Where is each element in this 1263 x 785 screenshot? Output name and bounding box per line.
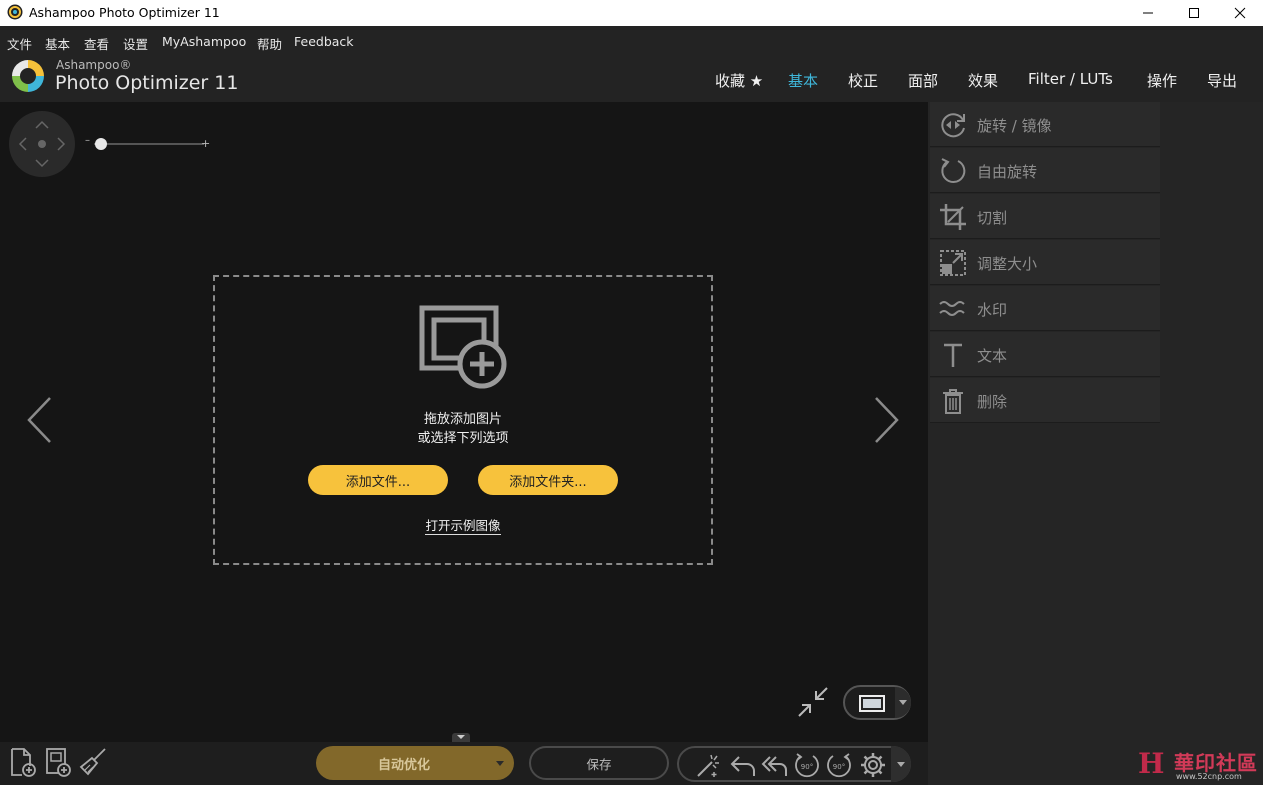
previous-image-icon[interactable] (24, 395, 56, 445)
tools-panel: 旋转 / 镜像 自由旋转 切割 调整大小 水印 文本 删除 (928, 102, 1263, 785)
watermark-icon (939, 301, 965, 316)
maximize-icon (1189, 8, 1199, 18)
tab-face[interactable]: 面部 (908, 70, 938, 91)
menu-file[interactable]: 文件 (7, 34, 32, 53)
product-name: Photo Optimizer 11 (55, 72, 239, 94)
rotate-right-90-icon[interactable]: 90° (825, 752, 853, 778)
bottom-toolbar: 自动优化 保存 90° 90° (0, 733, 928, 785)
text-icon (944, 343, 962, 367)
rotate-mirror-icon (941, 113, 965, 138)
zoom-slider[interactable] (94, 143, 204, 145)
zoom-out-icon[interactable]: – (85, 135, 90, 146)
add-folder-icon[interactable] (43, 746, 73, 778)
maximize-button[interactable] (1171, 0, 1217, 26)
open-sample-link-wrapper: 打开示例图像 (215, 515, 711, 535)
tab-basic[interactable]: 基本 (788, 70, 818, 91)
minimize-button[interactable] (1125, 0, 1171, 26)
pan-arrows-icon (18, 120, 66, 168)
edit-actions-group: 90° 90° (677, 746, 911, 782)
close-icon (1234, 7, 1246, 19)
drop-hint: 拖放添加图片 (423, 412, 502, 427)
app-header: Ashampoo® Photo Optimizer 11 收藏 ★ 基本 校正 … (0, 56, 1263, 102)
ashampoo-logo-icon (12, 60, 44, 92)
tool-label: 水印 (977, 301, 1008, 319)
gear-icon[interactable] (859, 752, 887, 778)
close-button[interactable] (1217, 0, 1263, 26)
save-button[interactable]: 保存 (529, 746, 669, 780)
navigation-pad[interactable] (9, 111, 75, 177)
tool-label: 自由旋转 (977, 163, 1038, 181)
brand-name: Ashampoo® (56, 58, 132, 72)
minimize-icon (1143, 12, 1153, 14)
app-icon (7, 4, 23, 20)
tool-text[interactable]: 文本 (930, 332, 1160, 377)
zoom-slider-handle[interactable] (94, 138, 107, 150)
menu-myashampoo[interactable]: MyAshampoo (162, 34, 246, 49)
tool-watermark[interactable]: 水印 (930, 286, 1160, 331)
delete-icon (943, 389, 963, 414)
menu-basic[interactable]: 基本 (45, 34, 70, 53)
tool-free-rotate[interactable]: 自由旋转 (930, 148, 1160, 193)
drop-zone[interactable]: 拖放添加图片 或选择下列选项 添加文件... 添加文件夹... 打开示例图像 (213, 275, 713, 565)
auto-optimize-button[interactable]: 自动优化 (316, 746, 514, 780)
free-rotate-icon (941, 158, 966, 183)
add-file-icon[interactable] (8, 746, 38, 778)
site-watermark: H 華印社區 www.52cnp.com (1132, 745, 1263, 785)
add-image-icon (419, 305, 507, 389)
open-sample-images-link[interactable]: 打开示例图像 (425, 518, 501, 535)
window-title: Ashampoo Photo Optimizer 11 (29, 5, 220, 20)
add-folder-button[interactable]: 添加文件夹... (478, 465, 618, 495)
auto-optimize-label: 自动优化 (377, 757, 430, 773)
view-mode-dropdown[interactable] (895, 687, 911, 718)
menu-feedback[interactable]: Feedback (294, 34, 354, 49)
rotate-right-label: 90° (833, 763, 845, 771)
rotate-left-90-icon[interactable]: 90° (793, 752, 821, 778)
view-mode-toggle[interactable] (843, 685, 911, 720)
menu-bar: 文件 基本 查看 设置 MyAshampoo 帮助 Feedback (0, 26, 1263, 56)
tool-label: 删除 (977, 393, 1008, 411)
rotate-left-label: 90° (801, 763, 813, 771)
tab-filter-luts[interactable]: Filter / LUTs (1028, 70, 1113, 88)
collapse-filmstrip-icon[interactable] (452, 733, 470, 742)
single-view-icon (859, 695, 885, 712)
tab-effects[interactable]: 效果 (968, 70, 998, 91)
tab-actions[interactable]: 操作 (1147, 70, 1177, 91)
tool-label: 调整大小 (977, 255, 1038, 273)
menu-help[interactable]: 帮助 (257, 34, 282, 53)
next-image-icon[interactable] (870, 395, 902, 445)
tool-label: 切割 (977, 209, 1008, 227)
magic-wand-icon[interactable] (695, 752, 723, 778)
tab-export[interactable]: 导出 (1207, 70, 1237, 91)
tab-favorites[interactable]: 收藏 ★ (715, 70, 763, 91)
resize-icon (940, 250, 966, 276)
tool-crop[interactable]: 切割 (930, 194, 1160, 239)
tab-correction[interactable]: 校正 (848, 70, 878, 91)
zoom-in-icon[interactable]: + (201, 137, 210, 150)
tool-label: 旋转 / 镜像 (977, 117, 1052, 135)
clear-list-broom-icon[interactable] (78, 746, 108, 778)
auto-optimize-dropdown-icon[interactable] (496, 761, 504, 766)
more-actions-dropdown[interactable] (891, 746, 911, 782)
watermark-logo: H (1138, 747, 1165, 780)
tool-label: 文本 (977, 347, 1008, 365)
menu-view[interactable]: 查看 (84, 34, 109, 53)
tool-resize[interactable]: 调整大小 (930, 240, 1160, 285)
menu-settings[interactable]: 设置 (123, 34, 148, 53)
compress-view-icon[interactable] (797, 686, 829, 718)
title-bar: Ashampoo Photo Optimizer 11 (0, 0, 1263, 26)
undo-icon[interactable] (729, 752, 757, 778)
tool-delete[interactable]: 删除 (930, 378, 1160, 423)
undo-all-icon[interactable] (761, 752, 789, 778)
drop-subhint: 或选择下列选项 (417, 431, 509, 446)
watermark-url: www.52cnp.com (1176, 772, 1242, 781)
image-canvas: – + 拖放添加图片 或选择下列选项 添加文件... 添加文件夹... 打开示例… (0, 102, 928, 742)
add-files-button[interactable]: 添加文件... (308, 465, 448, 495)
tool-rotate-mirror[interactable]: 旋转 / 镜像 (930, 102, 1160, 147)
crop-icon (940, 204, 966, 230)
